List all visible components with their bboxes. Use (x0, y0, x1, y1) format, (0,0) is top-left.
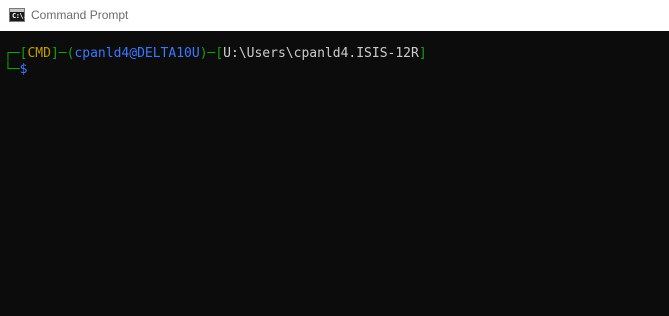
prompt-dash: ─ (58, 46, 67, 61)
prompt-paren-close: ) (199, 46, 208, 61)
prompt-bracket-open: [ (215, 46, 224, 61)
prompt-shell-name: CMD (27, 46, 51, 61)
prompt-symbol: $ (19, 62, 28, 77)
input-line[interactable]: └─$ (4, 62, 27, 78)
prompt-line: ┌─[CMD]─(cpanld4@DELTA10U)─[U:\Users\cpa… (4, 46, 427, 62)
prompt-bracket-close: ] (50, 46, 59, 61)
prompt-path: U:\Users\cpanld4.ISIS-12R (223, 46, 419, 61)
prompt-bracket-close: ] (418, 46, 427, 61)
command-prompt-window: C:\. Command Prompt ┌─[CMD]─(cpanld4@DEL… (0, 0, 669, 316)
prompt-box-top: ┌─ (4, 46, 20, 61)
title-bar[interactable]: C:\. Command Prompt (0, 0, 669, 31)
prompt-user-host: cpanld4@DELTA10U (74, 46, 200, 61)
console-output[interactable]: ┌─[CMD]─(cpanld4@DELTA10U)─[U:\Users\cpa… (0, 31, 669, 316)
cmd-icon[interactable]: C:\. (9, 8, 27, 22)
window-title: Command Prompt (31, 8, 129, 22)
prompt-box-bottom: └─ (4, 62, 20, 77)
cmd-icon-glyph: C:\. (12, 12, 27, 20)
